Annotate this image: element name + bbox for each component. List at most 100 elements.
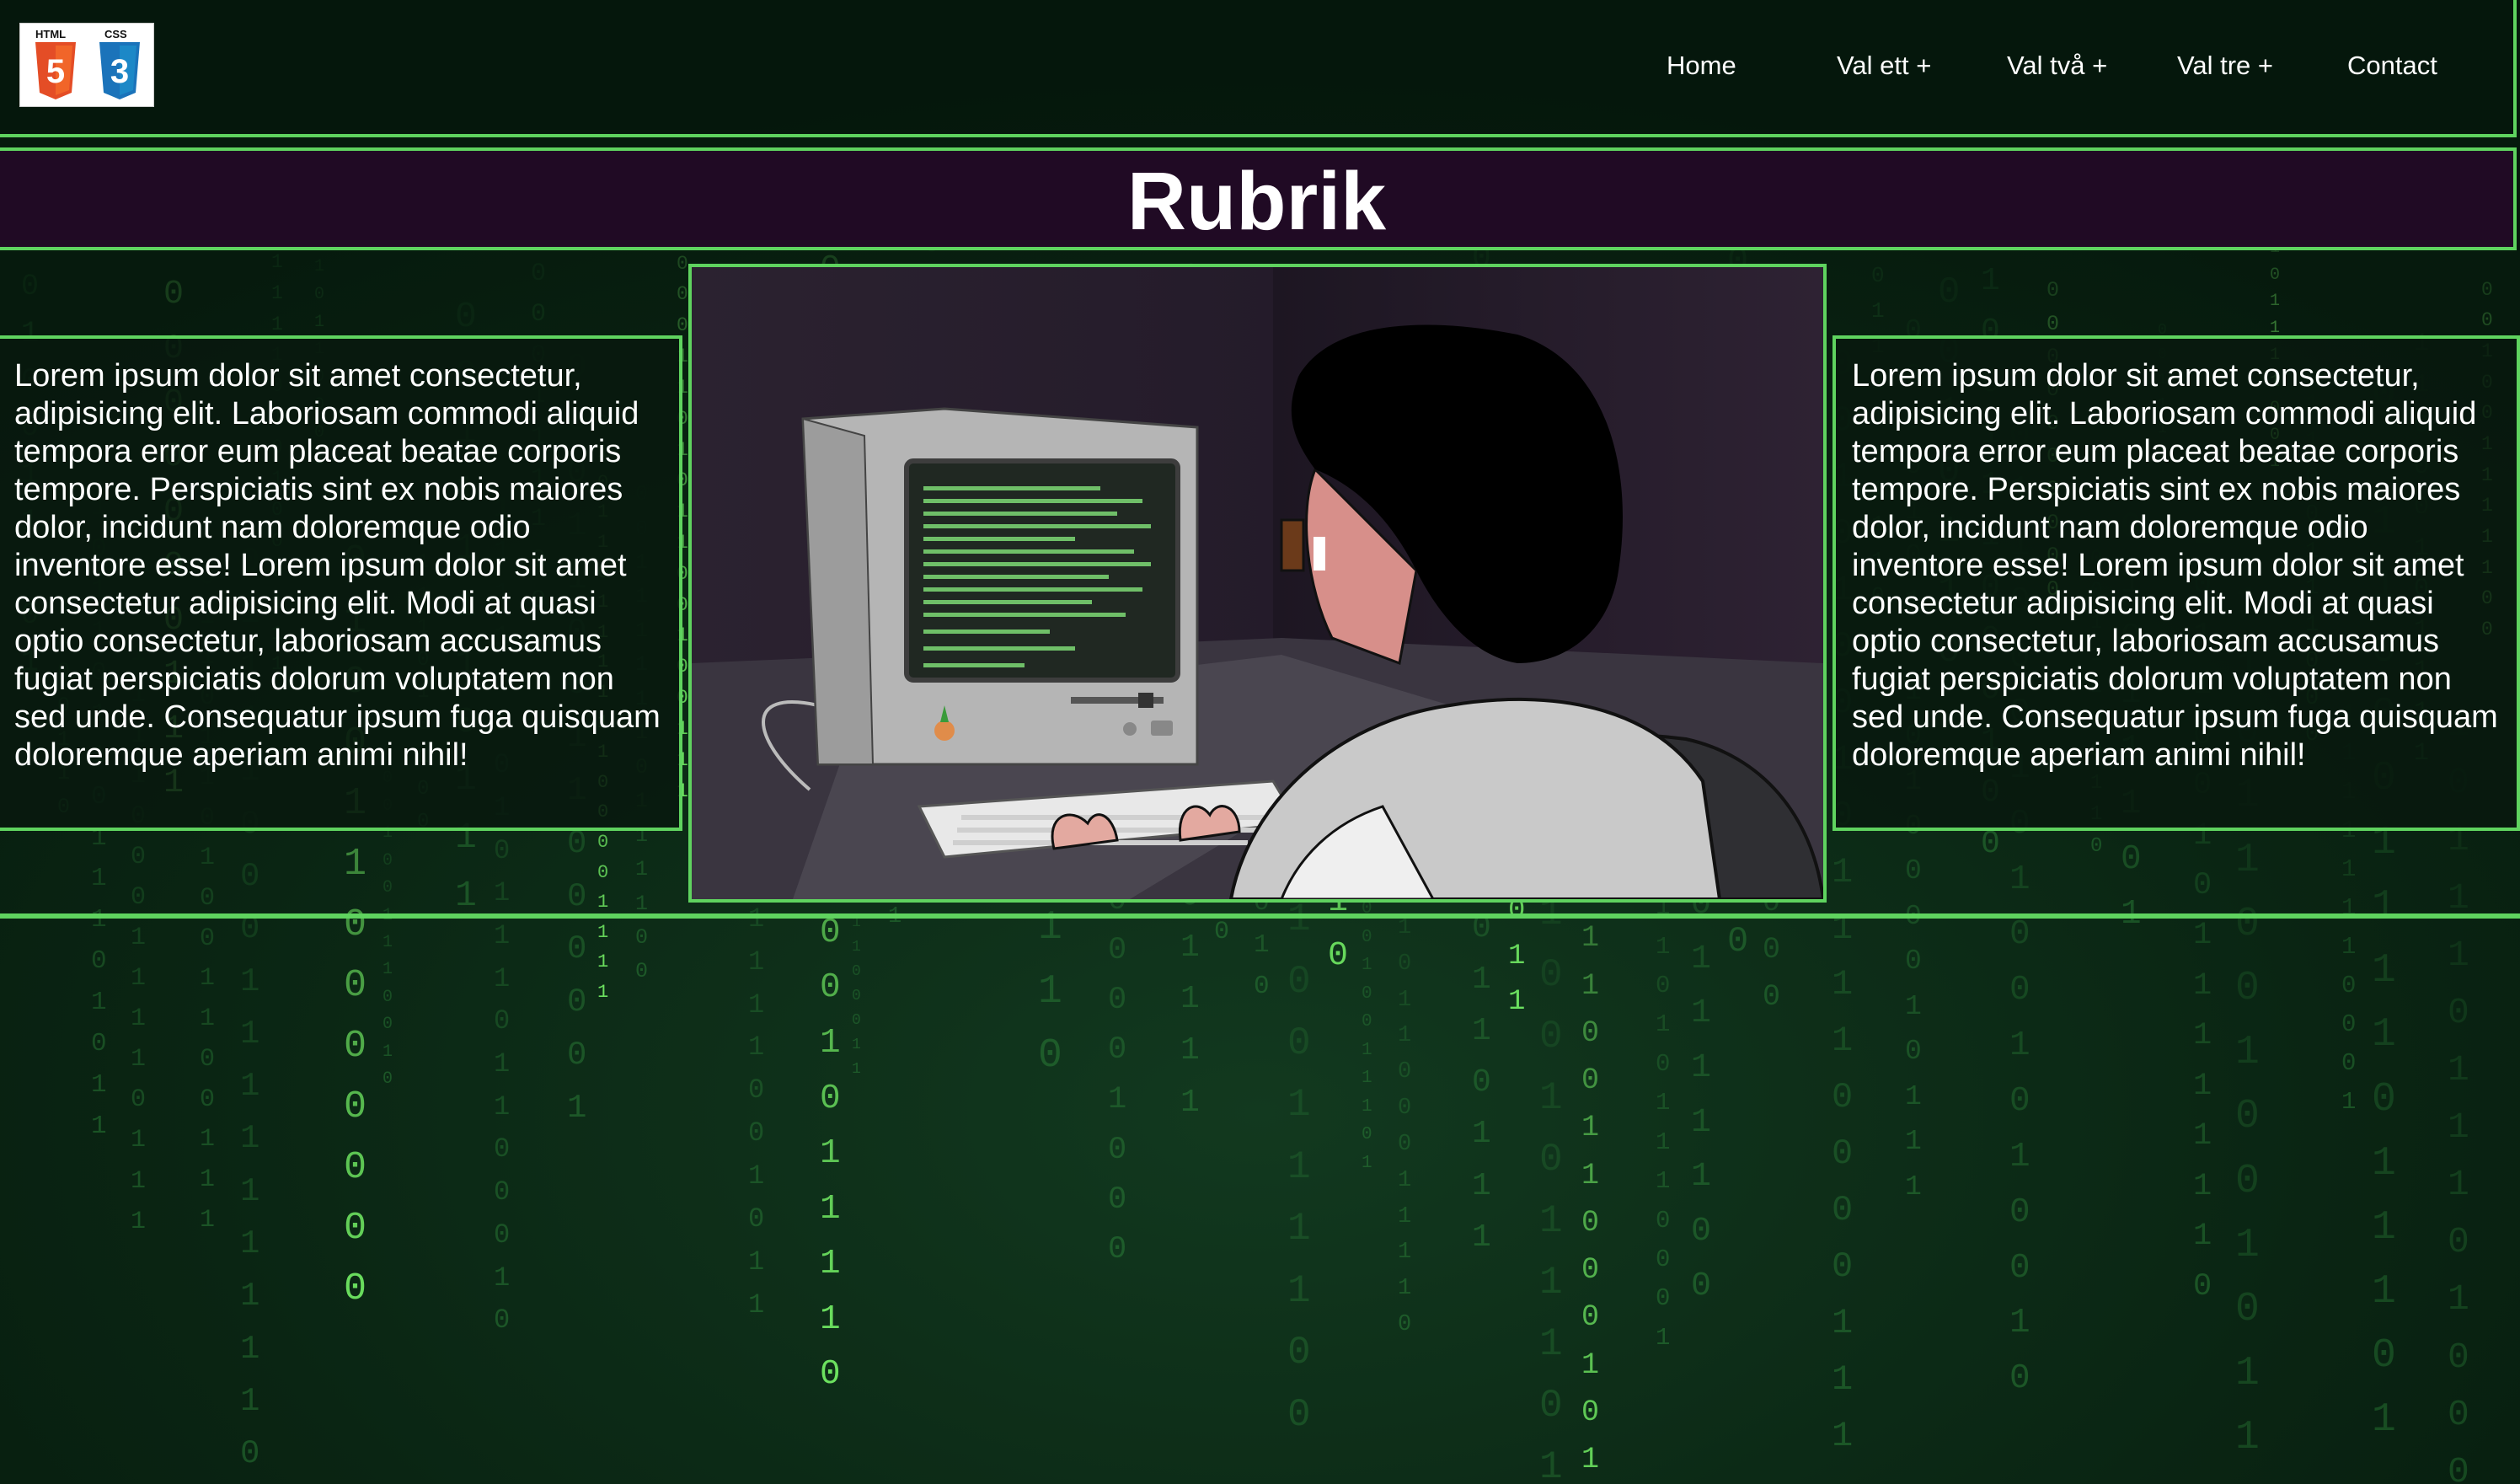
svg-text:1: 1 [1656,933,1670,961]
svg-text:0: 0 [2341,972,2356,999]
svg-text:0: 0 [1832,1133,1853,1174]
svg-text:0: 0 [567,1037,586,1074]
right-text-box: Lorem ipsum dolor sit amet consectetur, … [1832,335,2520,831]
svg-text:1: 1 [2372,948,2396,994]
svg-text:0: 0 [531,300,546,329]
svg-text:1: 1 [748,1160,764,1192]
svg-text:1: 1 [1656,1089,1670,1117]
svg-text:1: 1 [1472,1168,1491,1204]
svg-text:0: 0 [852,988,861,1005]
svg-text:0: 0 [1691,1267,1711,1305]
svg-text:0: 0 [1656,1246,1670,1273]
svg-text:1: 1 [271,313,283,335]
svg-text:1: 1 [1832,1303,1853,1343]
svg-text:1: 1 [820,1134,841,1173]
site-header: HTML CSS 5 3 Home Val ett + Val två + Va… [0,0,2517,137]
svg-text:0: 0 [2235,902,2260,947]
html5-shield-icon: 5 [35,42,76,99]
svg-text:0: 0 [852,1012,861,1029]
html-css-logo[interactable]: HTML CSS 5 3 [19,23,154,107]
svg-text:1: 1 [1254,930,1270,960]
nav-val-tva[interactable]: Val två + [2007,49,2107,83]
svg-text:0: 0 [494,1219,510,1251]
svg-text:1: 1 [1832,1359,1853,1400]
svg-text:0: 0 [383,1069,393,1089]
svg-text:1: 1 [2448,1164,2469,1205]
svg-text:0: 0 [314,285,324,304]
svg-text:1: 1 [2448,1278,2469,1320]
svg-text:1: 1 [314,313,324,332]
svg-text:0: 0 [2121,840,2142,879]
svg-text:0: 0 [240,858,259,895]
svg-text:0: 0 [1398,1059,1411,1085]
svg-text:1: 1 [1871,298,1885,324]
svg-text:0: 0 [1108,983,1126,1018]
svg-text:0: 0 [531,260,546,288]
svg-text:1: 1 [1581,1159,1599,1192]
svg-text:1: 1 [200,964,215,993]
svg-text:1: 1 [1362,1154,1372,1173]
svg-text:1: 1 [494,920,510,951]
svg-text:0: 0 [1581,1206,1599,1240]
svg-text:1: 1 [494,1091,510,1122]
svg-text:1: 1 [1905,991,1922,1022]
svg-text:1: 1 [2009,1138,2030,1176]
svg-text:0: 0 [1763,980,1780,1014]
svg-text:0: 0 [2235,1159,2260,1204]
svg-text:1: 1 [200,844,215,872]
svg-text:0: 0 [1871,263,1885,288]
svg-text:0: 0 [455,296,477,337]
svg-text:0: 0 [1108,1133,1126,1168]
svg-text:1: 1 [455,875,477,916]
svg-text:0: 0 [2235,1287,2260,1332]
svg-text:1: 1 [1691,940,1711,978]
svg-text:1: 1 [494,963,510,994]
svg-text:1: 1 [91,864,107,893]
svg-text:0: 0 [200,1045,215,1074]
svg-text:0: 0 [567,983,586,1021]
svg-text:0: 0 [2046,312,2059,336]
svg-text:0: 0 [91,1029,107,1058]
svg-text:1: 1 [240,963,259,1000]
svg-text:0: 0 [1691,1213,1711,1251]
svg-text:1: 1 [2270,292,2280,311]
svg-text:0: 0 [1287,960,1311,1004]
svg-text:1: 1 [597,892,608,913]
svg-text:1: 1 [597,982,608,1003]
svg-text:1: 1 [1905,1081,1922,1112]
svg-text:1: 1 [2372,1397,2396,1443]
svg-text:1: 1 [2372,1269,2396,1315]
nav-val-ett[interactable]: Val ett + [1837,49,1931,83]
svg-text:0: 0 [677,283,688,305]
svg-text:1: 1 [1180,1032,1200,1069]
css-logo-tag: CSS [104,28,127,40]
svg-text:1: 1 [2009,860,2030,899]
svg-text:0: 0 [131,1085,146,1114]
svg-text:0: 0 [494,835,510,866]
svg-text:1: 1 [1691,1158,1711,1196]
svg-text:1: 1 [2341,855,2356,883]
svg-text:1: 1 [131,964,146,993]
svg-text:1: 1 [1362,1097,1372,1117]
svg-text:0: 0 [677,314,688,336]
svg-text:1: 1 [1832,852,1853,892]
nav-contact[interactable]: Contact [2347,49,2437,83]
svg-text:1: 1 [131,924,146,952]
svg-text:0: 0 [2046,278,2059,303]
svg-text:1: 1 [1905,1171,1922,1203]
svg-text:0: 0 [1398,1312,1411,1337]
svg-text:1: 1 [240,1278,259,1315]
svg-text:1: 1 [1180,981,1200,1017]
svg-text:1: 1 [1287,1145,1311,1189]
svg-text:0: 0 [240,1435,259,1472]
svg-text:1: 1 [1472,1116,1491,1152]
svg-text:1: 1 [748,946,764,978]
svg-text:1: 1 [1581,921,1599,955]
page-title: Rubrik [1126,155,1387,247]
svg-text:1: 1 [852,1061,861,1078]
svg-text:1: 1 [2372,1141,2396,1187]
svg-text:0: 0 [2270,265,2280,285]
nav-val-tre[interactable]: Val tre + [2177,49,2273,83]
nav-home[interactable]: Home [1667,49,1736,83]
svg-text:1: 1 [597,922,608,943]
